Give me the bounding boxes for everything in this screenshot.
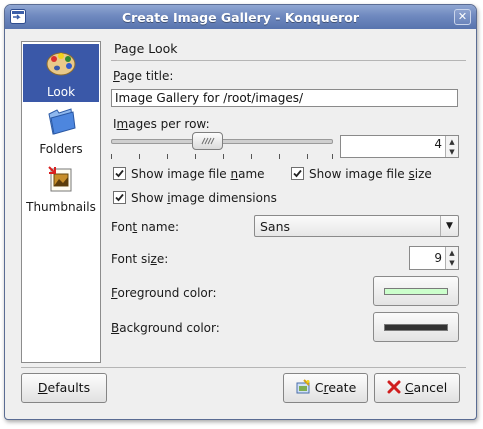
images-per-row-slider-handle[interactable] xyxy=(192,132,223,150)
chevron-down-icon[interactable]: ▼ xyxy=(440,216,458,236)
arrow-up-icon[interactable]: ▲ xyxy=(446,139,458,146)
nav-item-thumbnails[interactable]: Thumbnails xyxy=(23,160,99,218)
arrow-up-icon[interactable]: ▲ xyxy=(446,250,458,257)
close-button[interactable]: ✕ xyxy=(454,9,471,25)
slider-tick xyxy=(279,154,280,159)
nav-item-label: Folders xyxy=(39,142,83,156)
slider-tick xyxy=(195,154,196,159)
show-file-name-label[interactable]: Show image file name xyxy=(131,167,265,181)
show-dimensions-checkbox[interactable] xyxy=(113,191,126,204)
show-file-name-checkbox[interactable] xyxy=(113,167,126,180)
page-list: Look Folders Thumbnails xyxy=(21,41,101,363)
show-file-size-checkbox[interactable] xyxy=(291,167,304,180)
slider-tick xyxy=(307,154,308,159)
foreground-color-button[interactable] xyxy=(373,276,459,306)
font-name-label: Font name: xyxy=(111,220,180,234)
cancel-icon xyxy=(387,380,401,394)
show-file-size-label[interactable]: Show image file size xyxy=(309,167,432,181)
font-name-value: Sans xyxy=(260,219,291,234)
close-icon: ✕ xyxy=(457,10,468,23)
checkmark-icon xyxy=(293,169,302,178)
cancel-button[interactable]: Cancel xyxy=(374,373,460,403)
foreground-color-label: Foreground color: xyxy=(111,286,217,300)
nav-item-label: Look xyxy=(46,85,76,99)
slider-tick xyxy=(167,154,168,159)
nav-item-folders[interactable]: Folders xyxy=(23,102,99,160)
spinbox-arrows[interactable]: ▲ ▼ xyxy=(445,247,458,269)
create-gallery-icon xyxy=(296,379,310,394)
folder-icon xyxy=(48,108,76,135)
font-size-spinbox[interactable]: 9 ▲ ▼ xyxy=(409,246,459,270)
foreground-color-swatch xyxy=(384,288,448,295)
images-per-row-label: Images per row: xyxy=(113,117,210,131)
spinbox-arrows[interactable]: ▲ ▼ xyxy=(445,136,458,157)
heading-divider xyxy=(111,60,466,61)
title-bar[interactable]: Create Image Gallery - Konqueror ✕ xyxy=(5,5,476,29)
arrow-down-icon[interactable]: ▼ xyxy=(446,260,458,267)
button-divider xyxy=(21,367,466,368)
nav-item-label: Thumbnails xyxy=(26,200,96,214)
slider-tick xyxy=(251,154,252,159)
page-title-label: Page title: xyxy=(113,69,174,83)
defaults-button[interactable]: Defaults xyxy=(21,373,107,403)
slider-tick xyxy=(111,154,112,159)
page-heading: Page Look xyxy=(114,41,178,56)
window-title: Create Image Gallery - Konqueror xyxy=(121,10,360,25)
background-color-swatch xyxy=(384,324,448,331)
palette-icon xyxy=(46,52,76,76)
font-size-label: Font size: xyxy=(111,252,169,266)
spinbox-value: 4 xyxy=(434,137,442,151)
slider-tick xyxy=(332,154,333,159)
dialog-window: Create Image Gallery - Konqueror ✕ Look … xyxy=(4,4,477,420)
arrow-down-icon[interactable]: ▼ xyxy=(446,149,458,156)
nav-item-look[interactable]: Look xyxy=(23,44,99,102)
spinbox-value: 9 xyxy=(434,251,442,265)
slider-tick xyxy=(223,154,224,159)
background-color-label: Background color: xyxy=(111,321,220,335)
show-dimensions-label[interactable]: Show image dimensions xyxy=(131,191,277,205)
checkmark-icon xyxy=(115,169,124,178)
create-button[interactable]: Create xyxy=(283,373,368,403)
background-color-button[interactable] xyxy=(373,312,459,342)
grip-icon xyxy=(201,137,215,145)
images-per-row-spinbox[interactable]: 4 ▲ ▼ xyxy=(340,135,459,158)
font-name-select[interactable]: Sans ▼ xyxy=(254,215,459,237)
thumbnails-icon xyxy=(48,166,72,192)
page-title-input[interactable]: Image Gallery for /root/images/ xyxy=(111,89,458,107)
checkmark-icon xyxy=(115,193,124,202)
slider-tick xyxy=(139,154,140,159)
